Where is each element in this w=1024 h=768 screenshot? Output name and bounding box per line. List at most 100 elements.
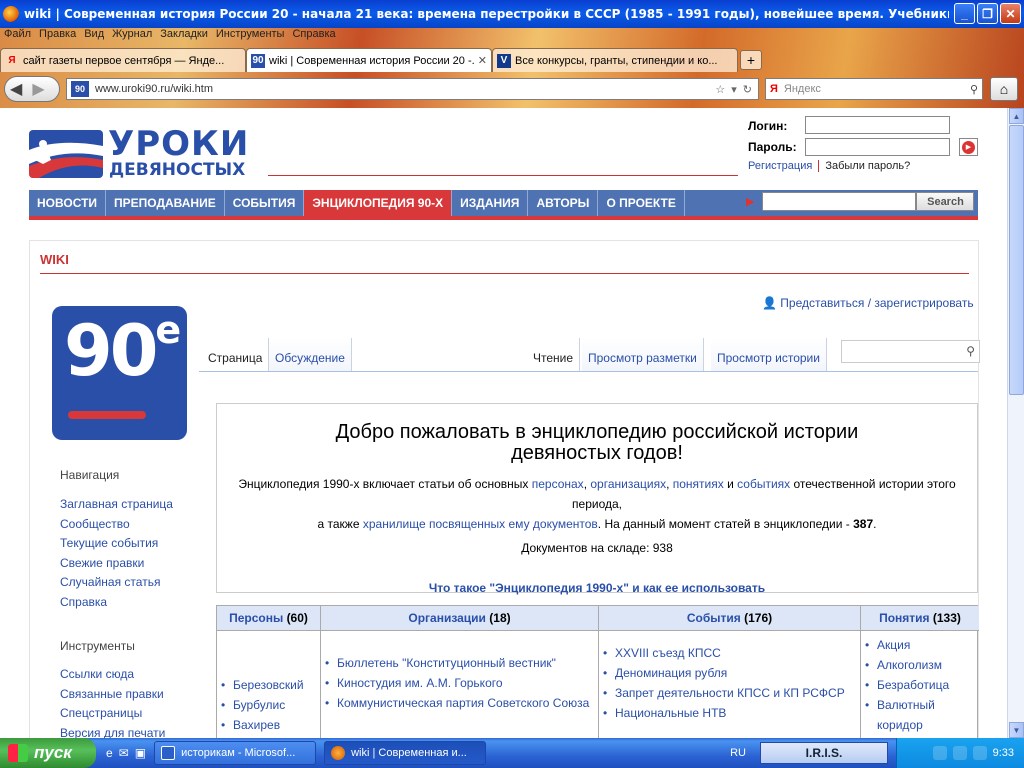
scroll-up-arrow-icon[interactable]: ▲: [1009, 108, 1024, 124]
menu-view[interactable]: Вид: [84, 28, 104, 44]
list-item[interactable]: Вахирев: [217, 715, 320, 735]
nav-teaching[interactable]: ПРЕПОДАВАНИЕ: [106, 190, 225, 216]
site-logo-title[interactable]: УРОКИ: [108, 124, 249, 164]
what-is-link[interactable]: Что такое "Энциклопедия 1990-х" и как ее…: [217, 578, 977, 598]
nav-about[interactable]: О ПРОЕКТЕ: [598, 190, 685, 216]
tray-network-icon[interactable]: [972, 746, 987, 760]
list-item[interactable]: Валютный коридор: [861, 695, 975, 735]
tool-special-pages[interactable]: Спецстраницы: [60, 706, 165, 726]
tab-contests[interactable]: V Все конкурсы, гранты, стипендии и ко..…: [492, 48, 738, 72]
tool-printable-version[interactable]: Версия для печати: [60, 726, 165, 739]
bookmark-star-icon[interactable]: ☆: [715, 83, 725, 96]
site-search-input[interactable]: [762, 192, 917, 211]
nav-main-page[interactable]: Заглавная страница: [60, 497, 173, 517]
login-submit-button[interactable]: ▶: [959, 138, 978, 156]
list-item[interactable]: Березовский: [217, 675, 320, 695]
site-identity-icon[interactable]: 90: [71, 81, 89, 97]
site-search-button[interactable]: Search: [916, 192, 975, 211]
yandex-logo-icon[interactable]: Я: [770, 83, 778, 95]
url-text[interactable]: www.uroki90.ru/wiki.htm: [95, 83, 213, 95]
password-input[interactable]: [805, 138, 950, 156]
minimize-button[interactable]: _: [954, 3, 975, 24]
category-persons-link[interactable]: Персоны: [229, 611, 283, 625]
tray-back-icon[interactable]: [932, 746, 947, 760]
outlook-icon[interactable]: ✉: [119, 746, 129, 760]
clock[interactable]: 9:33: [993, 747, 1014, 759]
ie-icon[interactable]: e: [106, 746, 113, 760]
link-events[interactable]: событиях: [737, 477, 790, 491]
list-item[interactable]: Деноминация рубля: [599, 663, 860, 683]
tab-yandex[interactable]: Я сайт газеты первое сентября — Янде...: [0, 48, 246, 72]
nav-help[interactable]: Справка: [60, 595, 173, 615]
nav-events[interactable]: СОБЫТИЯ: [225, 190, 305, 216]
wiki-search-input[interactable]: ⚲: [841, 340, 980, 363]
start-button[interactable]: пуск: [0, 738, 96, 768]
maximize-button[interactable]: ❐: [977, 3, 998, 24]
back-arrow-icon[interactable]: ◀: [10, 79, 22, 99]
search-icon[interactable]: ⚲: [970, 83, 978, 96]
nav-authors[interactable]: АВТОРЫ: [528, 190, 599, 216]
list-item[interactable]: Национальные НТВ: [599, 703, 860, 723]
list-item[interactable]: Алкоголизм: [861, 655, 975, 675]
tool-related-changes[interactable]: Связанные правки: [60, 687, 165, 707]
save-icon[interactable]: ▣: [135, 746, 146, 760]
link-organizations[interactable]: организациях: [590, 477, 666, 491]
tab-close-icon[interactable]: ✕: [478, 54, 487, 67]
tab-discussion[interactable]: Обсуждение: [269, 338, 352, 371]
new-tab-button[interactable]: +: [740, 50, 762, 70]
menu-tools[interactable]: Инструменты: [216, 28, 285, 44]
home-button[interactable]: ⌂: [990, 77, 1018, 101]
menu-edit[interactable]: Правка: [39, 28, 76, 44]
nav-news[interactable]: НОВОСТИ: [29, 190, 107, 216]
link-document-storage[interactable]: хранилище посвященных ему документов: [363, 517, 598, 531]
dropdown-arrow-icon[interactable]: ▾: [731, 83, 737, 96]
login-register-link[interactable]: Представиться / зарегистрировать: [780, 296, 973, 310]
login-input[interactable]: [805, 116, 950, 134]
reload-icon[interactable]: ↻: [743, 83, 752, 96]
nav-recent-changes[interactable]: Свежие правки: [60, 556, 173, 576]
tab-read[interactable]: Чтение: [527, 338, 581, 371]
tab-view-history[interactable]: Просмотр истории: [711, 338, 827, 371]
forward-arrow-icon[interactable]: ▶: [32, 79, 44, 99]
iris-toolbar[interactable]: I.R.I.S.: [760, 742, 888, 764]
tab-view-source[interactable]: Просмотр разметки: [582, 338, 704, 371]
vertical-scrollbar[interactable]: ▲ ▼: [1007, 108, 1024, 738]
link-concepts[interactable]: понятиях: [673, 477, 724, 491]
menu-file[interactable]: Файл: [4, 28, 31, 44]
taskbar-firefox-window[interactable]: wiki | Современная и...: [324, 741, 487, 765]
scroll-down-arrow-icon[interactable]: ▼: [1009, 722, 1024, 738]
tool-what-links-here[interactable]: Ссылки сюда: [60, 667, 165, 687]
list-item[interactable]: Коммунистическая партия Советского Союза: [321, 693, 598, 713]
tab-page[interactable]: Страница: [202, 338, 270, 371]
tray-antivirus-icon[interactable]: [952, 746, 967, 760]
close-button[interactable]: ✕: [1000, 3, 1021, 24]
register-link[interactable]: Регистрация: [748, 160, 812, 172]
list-item[interactable]: XXVIII съезд КПСС: [599, 643, 860, 663]
nav-publications[interactable]: ИЗДАНИЯ: [452, 190, 529, 216]
yandex-search-box[interactable]: Я Яндекс ⚲: [765, 78, 983, 100]
list-item[interactable]: Безработица: [861, 675, 975, 695]
category-events-link[interactable]: События: [687, 611, 741, 625]
list-item[interactable]: Бурбулис: [217, 695, 320, 715]
site-logo-flag[interactable]: [29, 130, 103, 178]
taskbar-word-window[interactable]: историкам - Microsof...: [154, 741, 317, 765]
site-logo-subtitle[interactable]: ДЕВЯНОСТЫХ: [109, 160, 245, 180]
tab-wiki[interactable]: 90 wiki | Современная история России 20 …: [246, 48, 492, 72]
list-item[interactable]: Запрет деятельности КПСС и КП РСФСР: [599, 683, 860, 703]
address-bar[interactable]: 90 www.uroki90.ru/wiki.htm ☆ ▾ ↻: [66, 78, 759, 100]
list-item[interactable]: Бюллетень "Конституционный вестник": [321, 653, 598, 673]
nav-community[interactable]: Сообщество: [60, 517, 173, 537]
category-organizations-link[interactable]: Организации: [408, 611, 486, 625]
scrollbar-thumb[interactable]: [1009, 125, 1024, 395]
link-persons[interactable]: персонах: [532, 477, 584, 491]
nav-encyclopedia[interactable]: ЭНЦИКЛОПЕДИЯ 90-Х: [304, 190, 453, 216]
category-concepts-link[interactable]: Понятия: [879, 611, 929, 625]
nav-current-events[interactable]: Текущие события: [60, 536, 173, 556]
forgot-password-link[interactable]: Забыли пароль?: [825, 160, 910, 172]
list-item[interactable]: Киностудия им. А.М. Горького: [321, 673, 598, 693]
nav-random-article[interactable]: Случайная статья: [60, 575, 173, 595]
menu-bookmarks[interactable]: Закладки: [160, 28, 208, 44]
language-indicator[interactable]: RU: [730, 747, 746, 759]
menu-help[interactable]: Справка: [292, 28, 335, 44]
list-item[interactable]: Акция: [861, 635, 975, 655]
